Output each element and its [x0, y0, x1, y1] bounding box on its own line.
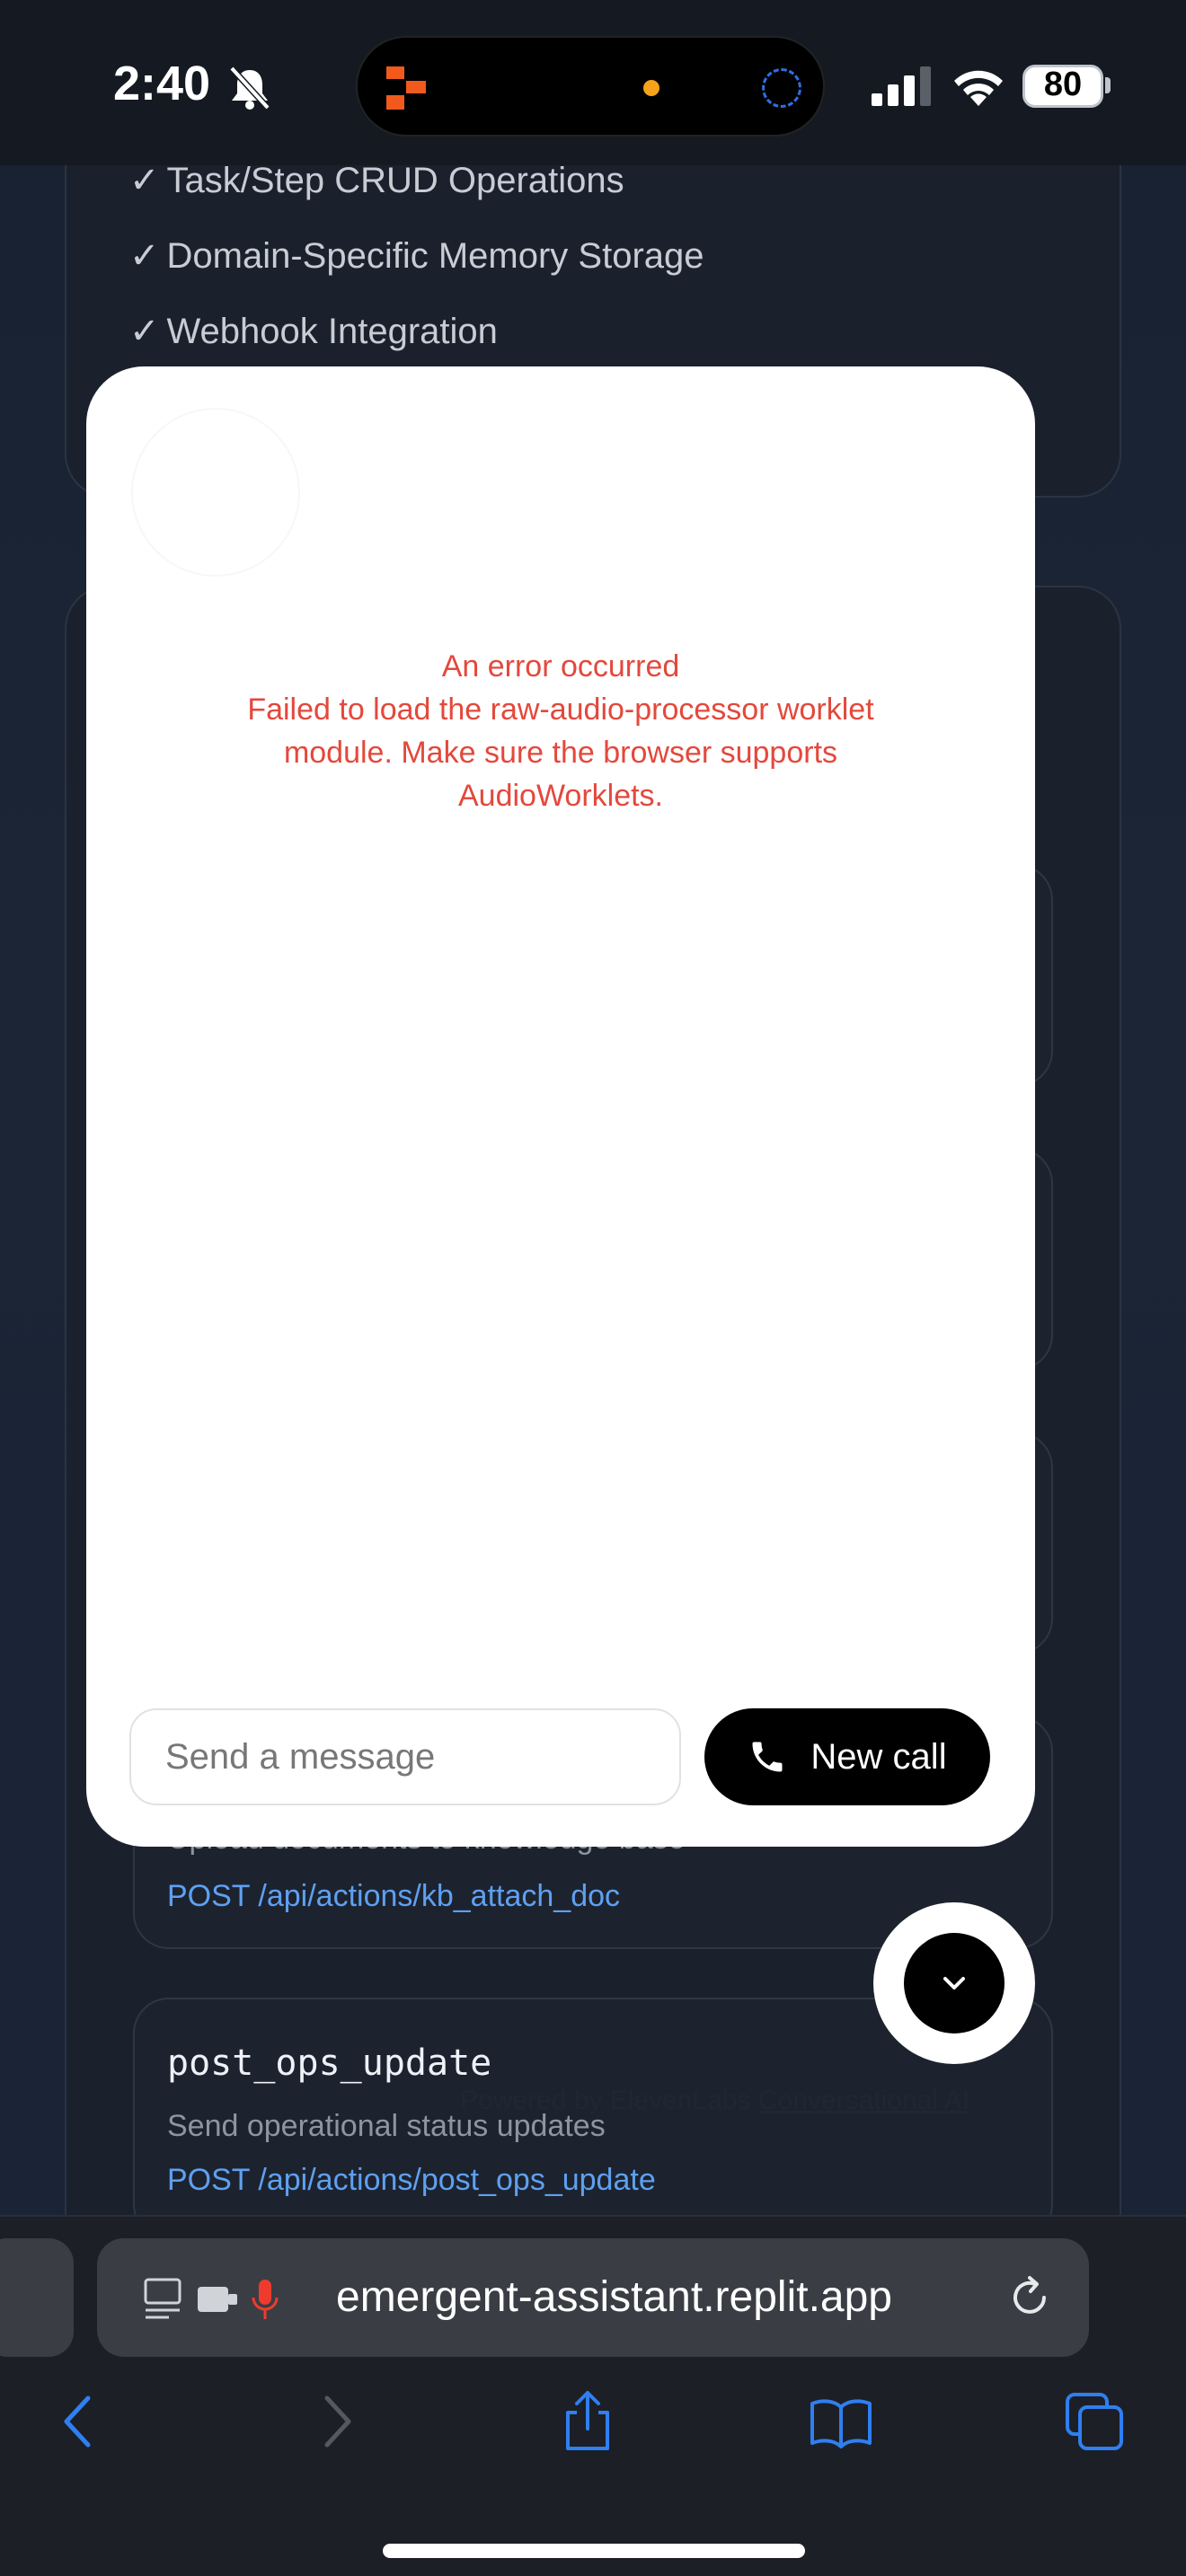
- powered-by-link[interactable]: Conversational AI: [758, 2086, 969, 2115]
- feature-item: ✓ Domain-Specific Memory Storage: [129, 235, 704, 277]
- check-icon: ✓: [129, 312, 160, 351]
- check-icon: ✓: [129, 236, 160, 276]
- tabs-icon[interactable]: [1062, 2389, 1127, 2454]
- signal-icon: [872, 66, 931, 106]
- dynamic-island: [356, 36, 825, 137]
- feature-item: ✓ Task/Step CRUD Operations: [129, 160, 624, 201]
- address-bar[interactable]: emergent-assistant.replit.app: [97, 2238, 1089, 2357]
- action-endpoint: POST /api/actions/post_ops_update: [167, 2163, 656, 2197]
- back-icon[interactable]: [47, 2389, 111, 2454]
- home-indicator[interactable]: [383, 2544, 805, 2558]
- bell-slash-icon: [229, 66, 270, 110]
- status-bar: 2:40 80: [0, 0, 1186, 165]
- feature-item: ✓ Webhook Integration: [129, 311, 498, 352]
- status-time: 2:40: [113, 57, 211, 110]
- agent-avatar: [131, 408, 300, 577]
- browser-bottom-bar: emergent-assistant.replit.app: [0, 2215, 1186, 2576]
- check-icon: ✓: [129, 161, 160, 200]
- phone-icon: [752, 1742, 783, 1772]
- bookmarks-icon[interactable]: [809, 2389, 873, 2454]
- page-menu-icon[interactable]: [142, 2276, 295, 2323]
- new-call-label: New call: [810, 1736, 947, 1777]
- battery-tip: [1105, 77, 1111, 93]
- battery-icon: 80: [1022, 65, 1103, 108]
- reload-icon[interactable]: [1005, 2272, 1055, 2323]
- widget-toggle-button[interactable]: [873, 1902, 1035, 2064]
- app-activity-icon: [386, 66, 426, 110]
- feature-label: Webhook Integration: [166, 312, 498, 351]
- share-icon[interactable]: [555, 2389, 620, 2454]
- feature-label: Task/Step CRUD Operations: [166, 161, 624, 200]
- new-call-button[interactable]: New call: [704, 1708, 990, 1805]
- url-text[interactable]: emergent-assistant.replit.app: [336, 2272, 892, 2322]
- action-name: post_ops_update: [167, 2042, 492, 2084]
- wifi-icon: [954, 70, 1003, 106]
- previous-tab-preview[interactable]: [0, 2238, 74, 2357]
- action-description: Send operational status updates: [167, 2109, 606, 2143]
- privacy-indicator-dot: [643, 80, 659, 96]
- forward-icon[interactable]: [304, 2389, 368, 2454]
- error-detail: Failed to load the raw-audio-processor w…: [247, 693, 874, 813]
- message-input[interactable]: [129, 1708, 681, 1805]
- chevron-down-icon: [943, 1977, 965, 1989]
- voice-agent-modal: An error occurred Failed to load the raw…: [86, 366, 1035, 1847]
- action-endpoint: POST /api/actions/kb_attach_doc: [167, 1879, 621, 1913]
- activity-ring-icon: [762, 68, 801, 108]
- widget-toggle-inner: [904, 1933, 1005, 2033]
- error-title: An error occurred: [441, 649, 680, 684]
- feature-label: Domain-Specific Memory Storage: [166, 236, 704, 276]
- battery-level: 80: [1043, 66, 1083, 103]
- error-message: An error occurred Failed to load the raw…: [194, 645, 927, 817]
